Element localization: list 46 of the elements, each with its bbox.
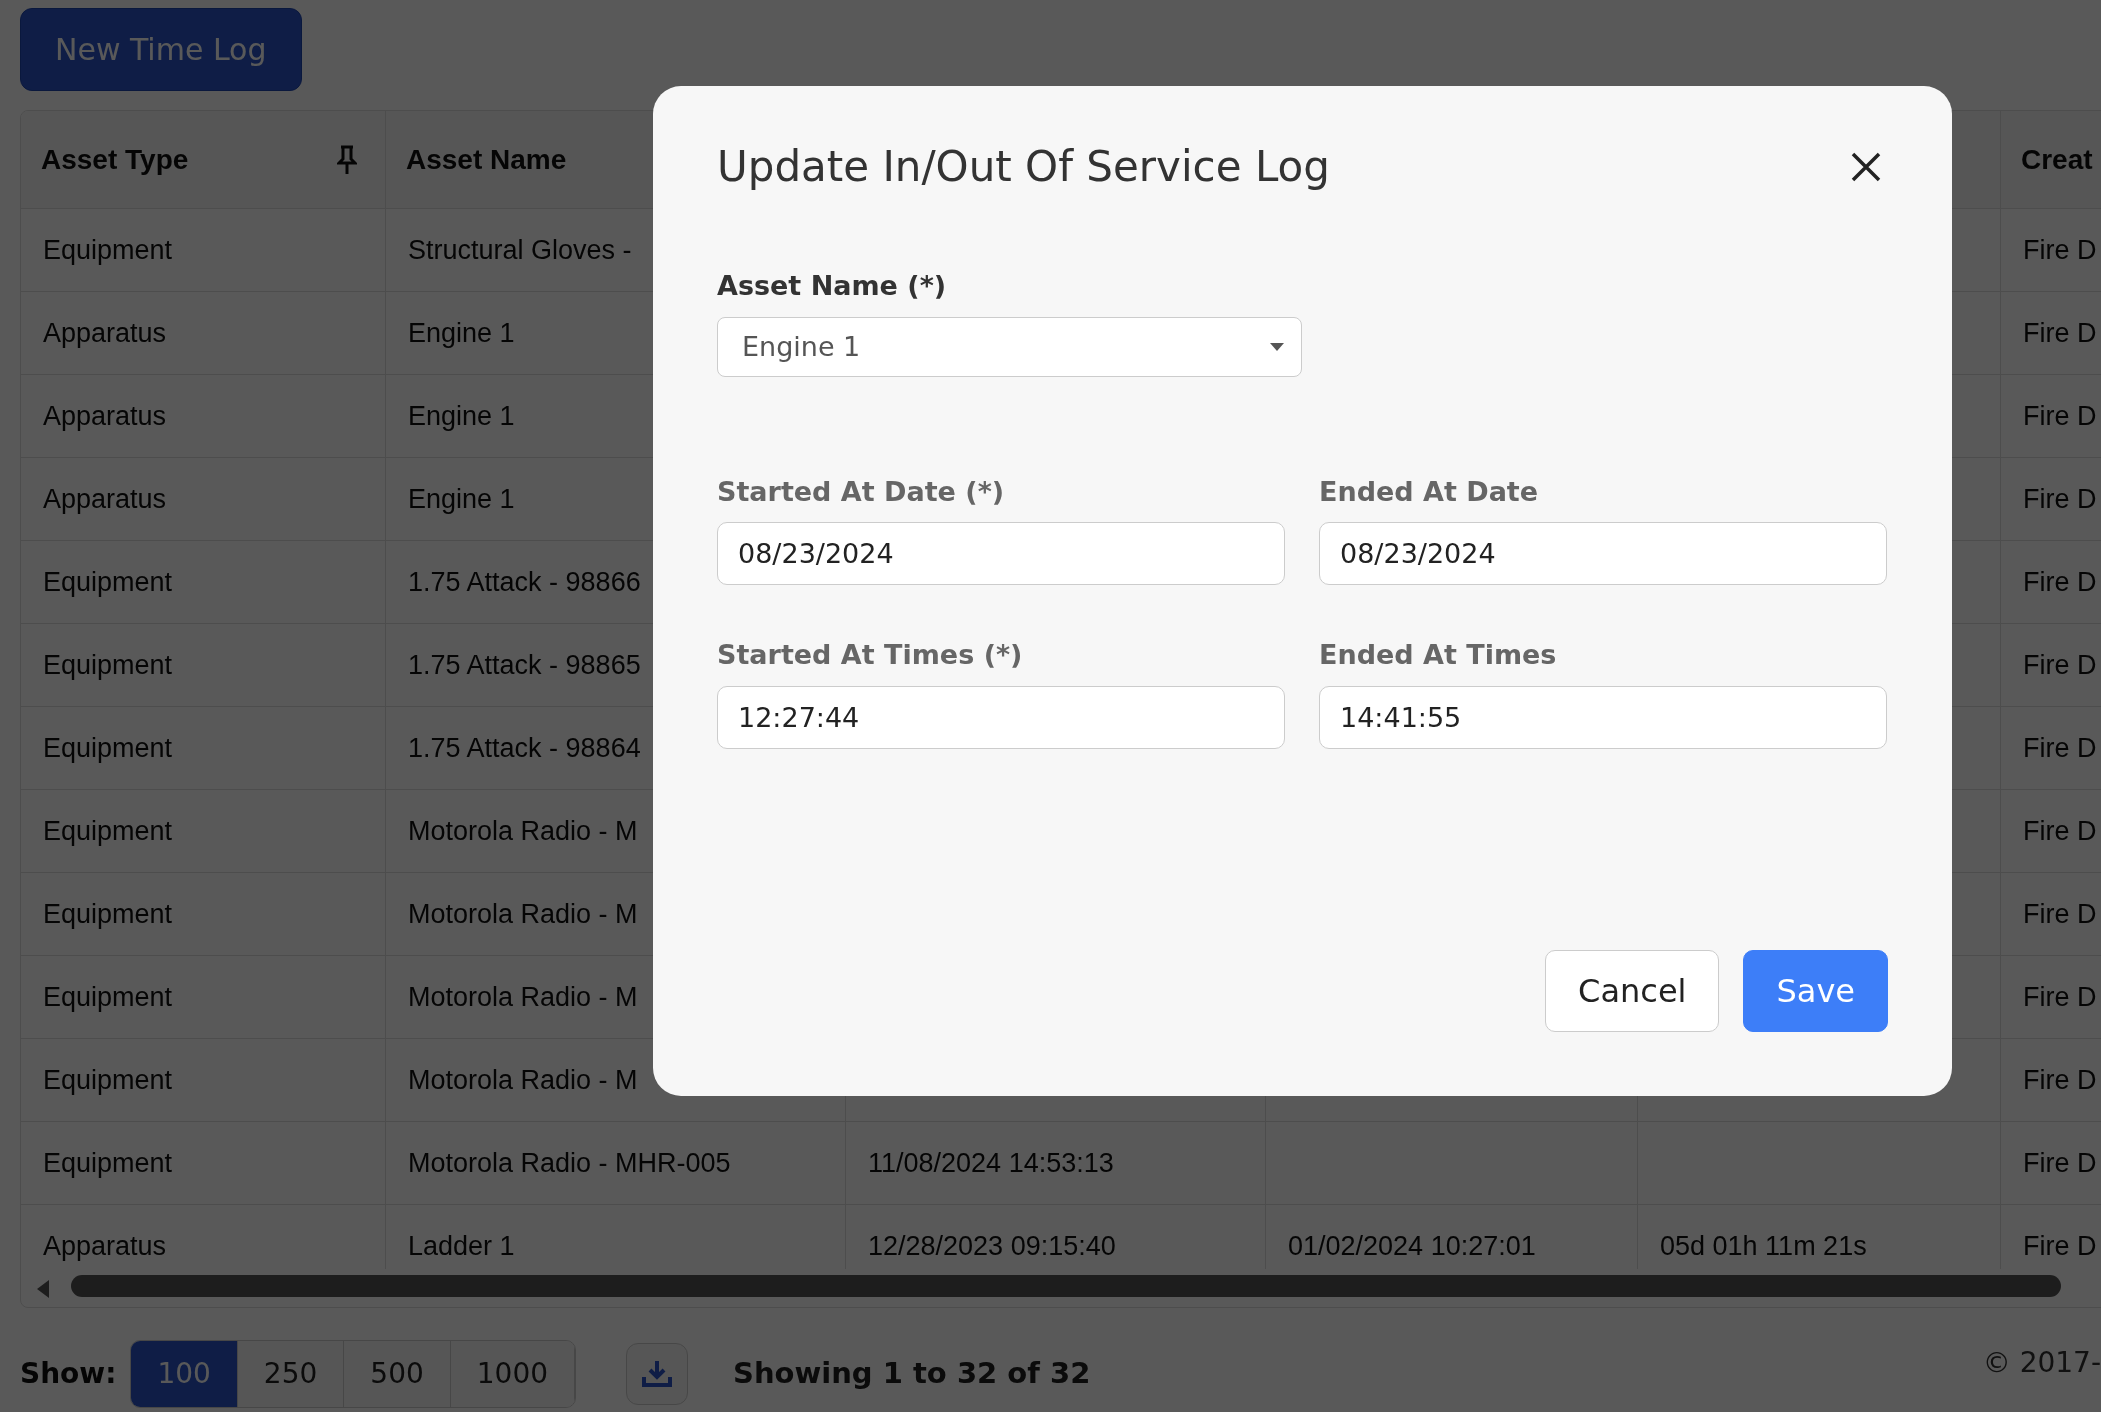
table-cell: Equipment bbox=[21, 956, 386, 1039]
table-cell: Apparatus bbox=[21, 292, 386, 375]
table-cell: Equipment bbox=[21, 873, 386, 956]
table-cell: Fire D bbox=[2001, 624, 2101, 707]
table-cell: Fire D bbox=[2001, 458, 2101, 541]
table-cell: Fire D bbox=[2001, 707, 2101, 790]
table-cell: Fire D bbox=[2001, 209, 2101, 292]
table-cell: Apparatus bbox=[21, 375, 386, 458]
new-time-log-button[interactable]: New Time Log bbox=[20, 8, 302, 91]
input-field[interactable]: 12:27:44 bbox=[717, 685, 1285, 749]
save-button[interactable]: Save bbox=[1743, 950, 1888, 1032]
table-cell: Equipment bbox=[21, 624, 386, 707]
table-cell: 11/08/2024 14:53:13 bbox=[846, 1122, 1266, 1205]
results-summary: Showing 1 to 32 of 32 bbox=[733, 1355, 1091, 1393]
input-field[interactable]: 08/23/2024 bbox=[1319, 522, 1887, 586]
input-field[interactable]: 08/23/2024 bbox=[717, 522, 1285, 586]
table-cell: Fire D bbox=[2001, 375, 2101, 458]
horizontal-scrollbar[interactable] bbox=[71, 1275, 2061, 1297]
cancel-button[interactable]: Cancel bbox=[1545, 950, 1720, 1032]
table-cell: Fire D bbox=[2001, 956, 2101, 1039]
table-cell: Fire D bbox=[2001, 873, 2101, 956]
table-cell: Equipment bbox=[21, 790, 386, 873]
caret-icon bbox=[1269, 341, 1285, 352]
table-cell: Equipment bbox=[21, 1122, 386, 1205]
column-header[interactable]: Asset Type bbox=[21, 111, 386, 209]
table-cell: Equipment bbox=[21, 209, 386, 292]
table-cell: Motorola Radio - MHR-005 bbox=[386, 1122, 846, 1205]
table-cell: Fire D bbox=[2001, 1122, 2101, 1205]
input-field[interactable]: 14:41:55 bbox=[1319, 685, 1887, 749]
table-cell: Fire D bbox=[2001, 790, 2101, 873]
page-size-button[interactable]: 100 bbox=[131, 1341, 238, 1407]
download-button[interactable] bbox=[626, 1343, 689, 1405]
copyright-text: © 2017- bbox=[1982, 1345, 2101, 1381]
show-label: Show: bbox=[20, 1356, 117, 1392]
table-cell: Equipment bbox=[21, 541, 386, 624]
table-cell: Fire D bbox=[2001, 1039, 2101, 1122]
table-cell: Equipment bbox=[21, 1039, 386, 1122]
table-cell: Fire D bbox=[2001, 292, 2101, 375]
table-cell: Fire D bbox=[2001, 541, 2101, 624]
field-label: Ended At Date bbox=[1319, 474, 1540, 509]
field-label: Ended At Times bbox=[1319, 638, 1558, 673]
asset-select[interactable]: Engine 1 bbox=[717, 316, 1302, 377]
pin-icon[interactable] bbox=[337, 144, 357, 175]
table-cell: Apparatus bbox=[21, 458, 386, 541]
download-icon bbox=[642, 1359, 673, 1389]
table-cell: Equipment bbox=[21, 707, 386, 790]
